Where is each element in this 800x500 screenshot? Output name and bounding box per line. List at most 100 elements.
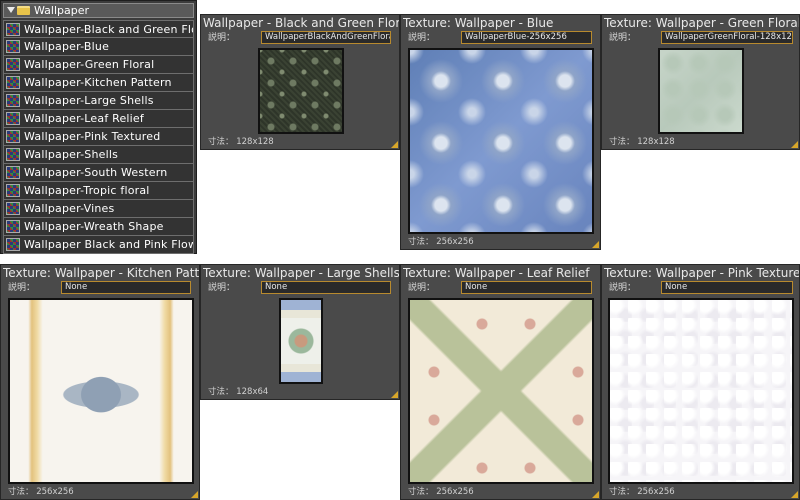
size-value: 256x256 bbox=[36, 487, 74, 497]
inventory-item[interactable]: Wallpaper-Large Shells bbox=[3, 92, 194, 110]
texture-icon bbox=[6, 40, 20, 53]
window-title[interactable]: Wallpaper - Black and Green Floral bbox=[203, 15, 399, 32]
description-label: 説明： bbox=[408, 33, 436, 43]
size-value: 256x256 bbox=[637, 487, 675, 497]
size-value: 128x128 bbox=[236, 137, 274, 147]
resize-grip-icon[interactable] bbox=[791, 141, 798, 148]
texture-icon bbox=[6, 94, 20, 107]
texture-size: 寸法： 128x128 bbox=[208, 137, 274, 147]
inventory-item[interactable]: Wallpaper-Vines bbox=[3, 200, 194, 218]
size-label: 寸法： bbox=[609, 137, 635, 147]
texture-preview-window[interactable]: Texture: Wallpaper - Large Shells 説明： No… bbox=[200, 264, 400, 400]
inventory-item-label: Wallpaper-Blue bbox=[24, 40, 110, 53]
inventory-item-label: Wallpaper-Pink Textured bbox=[24, 130, 161, 143]
texture-size: 寸法： 128x64 bbox=[208, 387, 268, 397]
expand-triangle-icon[interactable] bbox=[7, 7, 15, 13]
description-label: 説明： bbox=[208, 33, 236, 43]
inventory-item[interactable]: Wallpaper-Kitchen Pattern bbox=[3, 74, 194, 92]
inventory-item[interactable]: Wallpaper-Wreath Shape bbox=[3, 218, 194, 236]
texture-icon bbox=[6, 238, 20, 251]
window-title[interactable]: Texture: Wallpaper - Green Floral bbox=[604, 15, 799, 32]
size-value: 128x64 bbox=[236, 387, 269, 397]
window-title[interactable]: Texture: Wallpaper - Kitchen Pattern bbox=[3, 265, 199, 282]
texture-preview-window[interactable]: Texture: Wallpaper - Pink Textured 説明： N… bbox=[601, 264, 800, 500]
texture-preview-image bbox=[279, 298, 323, 384]
texture-size: 寸法： 256x256 bbox=[8, 487, 74, 497]
resize-grip-icon[interactable] bbox=[592, 491, 599, 498]
size-label: 寸法： bbox=[609, 487, 635, 497]
inventory-item[interactable]: Wallpaper-Leaf Relief bbox=[3, 110, 194, 128]
texture-preview-image bbox=[408, 298, 594, 484]
resize-grip-icon[interactable] bbox=[391, 141, 398, 148]
texture-preview-image bbox=[608, 298, 794, 484]
inventory-item-label: Wallpaper-Green Floral bbox=[24, 58, 155, 71]
texture-preview-window[interactable]: Texture: Wallpaper - Blue 説明： WallpaperB… bbox=[400, 14, 601, 250]
inventory-item[interactable]: Wallpaper Black and Pink Flowers bbox=[3, 236, 194, 254]
inventory-item[interactable]: Wallpaper-Pink Textured bbox=[3, 128, 194, 146]
resize-grip-icon[interactable] bbox=[191, 491, 198, 498]
texture-preview-image bbox=[658, 48, 744, 134]
texture-size: 寸法： 256x256 bbox=[609, 487, 675, 497]
folder-row-wallpaper[interactable]: Wallpaper bbox=[3, 3, 194, 18]
description-field[interactable]: None bbox=[261, 281, 391, 294]
size-label: 寸法： bbox=[8, 487, 34, 497]
folder-label: Wallpaper bbox=[34, 4, 90, 17]
window-title[interactable]: Texture: Wallpaper - Blue bbox=[403, 15, 600, 32]
description-field[interactable]: None bbox=[661, 281, 793, 294]
texture-preview-window[interactable]: Texture: Wallpaper - Green Floral 説明： Wa… bbox=[601, 14, 800, 150]
window-title[interactable]: Texture: Wallpaper - Leaf Relief bbox=[403, 265, 600, 282]
texture-preview-image bbox=[258, 48, 344, 134]
inventory-item-label: Wallpaper-Wreath Shape bbox=[24, 220, 164, 233]
inventory-item[interactable]: Wallpaper-Blue bbox=[3, 38, 194, 56]
window-title[interactable]: Texture: Wallpaper - Pink Textured bbox=[604, 265, 799, 282]
inventory-item-label: Wallpaper-Kitchen Pattern bbox=[24, 76, 172, 89]
inventory-item-list: Wallpaper-Black and Green Floral Wallpap… bbox=[3, 20, 194, 254]
description-field[interactable]: WallpaperBlue-256x256 bbox=[461, 31, 592, 44]
inventory-item-label: Wallpaper-Leaf Relief bbox=[24, 112, 144, 125]
description-field[interactable]: None bbox=[461, 281, 592, 294]
size-value: 256x256 bbox=[436, 487, 474, 497]
inventory-item[interactable]: Wallpaper-South Western bbox=[3, 164, 194, 182]
description-label: 説明： bbox=[208, 283, 236, 293]
size-label: 寸法： bbox=[208, 387, 234, 397]
inventory-item[interactable]: Wallpaper-Shells bbox=[3, 146, 194, 164]
texture-icon bbox=[6, 130, 20, 143]
texture-size: 寸法： 256x256 bbox=[408, 237, 474, 247]
resize-grip-icon[interactable] bbox=[791, 491, 798, 498]
description-label: 説明： bbox=[609, 33, 637, 43]
size-label: 寸法： bbox=[408, 237, 434, 247]
inventory-item-label: Wallpaper-Shells bbox=[24, 148, 119, 161]
texture-size: 寸法： 128x128 bbox=[609, 137, 675, 147]
texture-preview-image bbox=[408, 48, 594, 234]
inventory-item-label: Wallpaper-South Western bbox=[24, 166, 168, 179]
resize-grip-icon[interactable] bbox=[592, 241, 599, 248]
texture-icon bbox=[6, 166, 20, 179]
inventory-item[interactable]: Wallpaper-Green Floral bbox=[3, 56, 194, 74]
texture-icon bbox=[6, 184, 20, 197]
size-label: 寸法： bbox=[408, 487, 434, 497]
texture-preview-window[interactable]: Wallpaper - Black and Green Floral 説明： W… bbox=[200, 14, 400, 150]
size-label: 寸法： bbox=[208, 137, 234, 147]
texture-size: 寸法： 256x256 bbox=[408, 487, 474, 497]
description-label: 説明： bbox=[8, 283, 36, 293]
texture-icon bbox=[6, 220, 20, 233]
inventory-panel: Wallpaper Wallpaper-Black and Green Flor… bbox=[0, 0, 197, 254]
texture-icon bbox=[6, 202, 20, 215]
inventory-item[interactable]: Wallpaper-Tropic floral bbox=[3, 182, 194, 200]
resize-grip-icon[interactable] bbox=[391, 391, 398, 398]
texture-icon bbox=[6, 112, 20, 125]
description-field[interactable]: None bbox=[61, 281, 191, 294]
folder-icon bbox=[17, 6, 30, 15]
size-value: 128x128 bbox=[637, 137, 675, 147]
description-label: 説明： bbox=[408, 283, 436, 293]
texture-icon bbox=[6, 23, 20, 36]
texture-preview-window[interactable]: Texture: Wallpaper - Leaf Relief 説明： Non… bbox=[400, 264, 601, 500]
window-title[interactable]: Texture: Wallpaper - Large Shells bbox=[203, 265, 399, 282]
description-label: 説明： bbox=[609, 283, 637, 293]
description-field[interactable]: WallpaperBlackAndGreenFloral-1 bbox=[261, 31, 391, 44]
inventory-item-label: Wallpaper-Tropic floral bbox=[24, 184, 150, 197]
description-field[interactable]: WallpaperGreenFloral-128x128 bbox=[661, 31, 793, 44]
inventory-item[interactable]: Wallpaper-Black and Green Floral bbox=[3, 20, 194, 38]
texture-preview-window[interactable]: Texture: Wallpaper - Kitchen Pattern 説明：… bbox=[0, 264, 200, 500]
texture-preview-image bbox=[8, 298, 194, 484]
